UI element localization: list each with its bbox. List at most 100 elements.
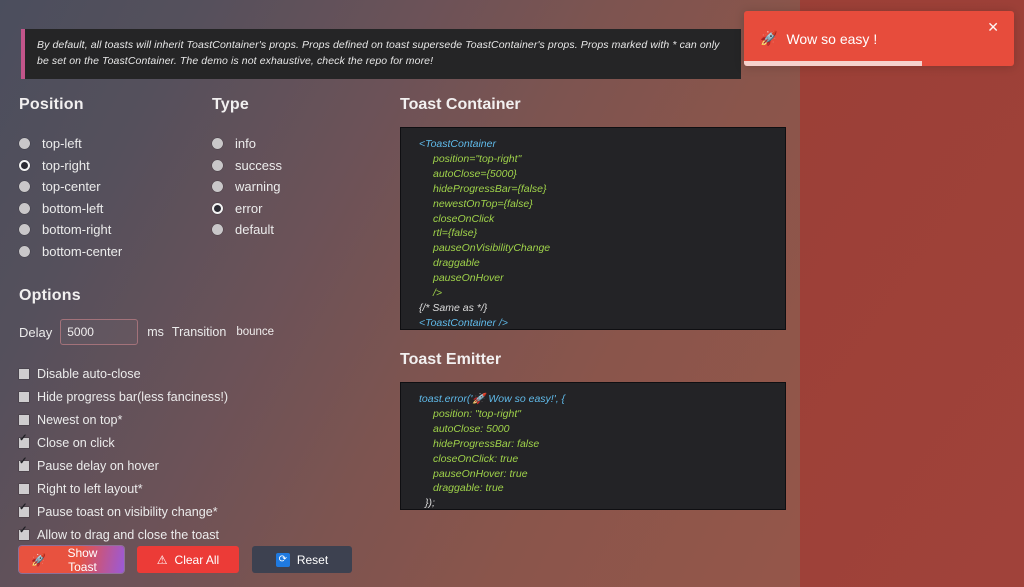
checkbox-label: Disable auto-close <box>37 367 141 381</box>
radio-option-top-left[interactable]: top-left <box>19 136 194 151</box>
radio-icon[interactable] <box>212 159 223 171</box>
radio-label: error <box>235 200 263 216</box>
radio-icon[interactable] <box>212 224 223 235</box>
checkbox-pause-on-visibility-change[interactable]: Pause toast on visibility change* <box>19 503 379 519</box>
type-section: Type info success warning error default <box>212 96 382 244</box>
checkbox-label: Pause delay on hover <box>37 459 159 473</box>
code-line-closeonclick: closeOnClick <box>433 212 495 225</box>
reset-button[interactable]: ⟳ Reset <box>252 546 352 573</box>
radio-label: bottom-center <box>42 243 123 259</box>
code-line-comment: {/* Same as */} <box>419 301 488 314</box>
radio-option-bottom-left[interactable]: bottom-left <box>19 201 194 216</box>
action-button-row: 🚀 Show Toast ⚠ Clear All ⟳ Reset <box>19 545 352 574</box>
radio-option-error[interactable]: error <box>212 201 382 216</box>
toast-emitter-code-block: toast.error('🚀 Wow so easy!', {position:… <box>400 382 786 510</box>
code-line-hideprogressbar: hideProgressBar={false} <box>433 182 547 195</box>
radio-option-bottom-center[interactable]: bottom-center <box>19 244 194 259</box>
code-line-open-tag: <ToastContainer <box>419 138 496 150</box>
radio-label: bottom-left <box>42 200 104 216</box>
position-section: Position top-left top-right top-center b… <box>19 96 194 265</box>
radio-label: success <box>235 157 282 173</box>
position-heading: Position <box>19 96 84 113</box>
code-line-position: position="top-right" <box>433 152 522 165</box>
radio-option-success[interactable]: success <box>212 158 382 173</box>
code-line-call: toast.error('🚀 Wow so easy!', { <box>419 393 566 405</box>
radio-label: top-center <box>42 179 101 194</box>
delay-row: Delay ms Transition bounce slide zoom fl… <box>19 319 379 345</box>
checkbox-label: Newest on top* <box>37 413 123 427</box>
checkbox-close-on-click[interactable]: Close on click <box>19 434 379 450</box>
radio-icon[interactable] <box>212 181 223 192</box>
checkbox-newest-on-top[interactable]: Newest on top* <box>19 413 379 427</box>
code-line-rtl: rtl={false} <box>433 227 478 240</box>
reset-label: Reset <box>296 552 329 567</box>
radio-label: info <box>235 136 256 151</box>
warning-triangle-icon: ⚠ <box>156 552 168 567</box>
clear-all-button[interactable]: ⚠ Clear All <box>137 546 239 573</box>
code-panels-section: Toast Container <ToastContainer position=… <box>400 96 786 510</box>
code-line-newestontop: newestOnTop={false} <box>433 197 533 210</box>
checkbox-icon-checked[interactable] <box>19 457 29 471</box>
code-line-closeonclick: closeOnClick: true <box>433 452 519 465</box>
radio-option-info[interactable]: info <box>212 136 382 151</box>
info-banner-text: By default, all toasts will inherit Toas… <box>37 39 720 68</box>
checkbox-icon-checked[interactable] <box>19 434 29 448</box>
checkbox-right-to-left-layout[interactable]: Right to left layout* <box>19 482 379 496</box>
code-line-short-tag: <ToastContainer /> <box>419 316 508 329</box>
ms-unit-label: ms <box>147 325 164 339</box>
options-checkbox-list: Disable auto-close Hide progress bar(les… <box>19 367 379 542</box>
toast-container: 🚀 Wow so easy ! ✕ <box>744 11 1014 66</box>
radio-icon[interactable] <box>19 224 30 235</box>
transition-select[interactable]: bounce slide zoom flip <box>236 326 275 338</box>
code-line-pauseonhover: pauseOnHover <box>433 272 504 285</box>
close-icon[interactable]: ✕ <box>981 19 1005 35</box>
info-banner: By default, all toasts will inherit Toas… <box>21 29 741 79</box>
code-line-draggable: draggable <box>433 257 480 270</box>
code-line-pauseonhover: pauseOnHover: true <box>433 467 528 480</box>
delay-label: Delay <box>19 324 53 340</box>
show-toast-button[interactable]: 🚀 Show Toast <box>19 545 124 574</box>
code-line-pauseonvisibilitychange: pauseOnVisibilityChange <box>433 242 551 255</box>
checkbox-icon[interactable] <box>19 484 29 494</box>
code-line-autoclose: autoClose: 5000 <box>433 422 510 435</box>
radio-option-default[interactable]: default <box>212 222 382 237</box>
checkbox-label: Close on click <box>37 436 115 450</box>
radio-option-warning[interactable]: warning <box>212 179 382 194</box>
radio-option-bottom-right[interactable]: bottom-right <box>19 222 194 237</box>
checkbox-disable-auto-close[interactable]: Disable auto-close <box>19 367 379 381</box>
type-heading: Type <box>212 96 249 113</box>
radio-label: top-left <box>42 136 82 151</box>
checkbox-hide-progress-bar[interactable]: Hide progress bar(less fanciness!) <box>19 390 379 404</box>
delay-input[interactable] <box>60 319 139 345</box>
checkbox-pause-delay-on-hover[interactable]: Pause delay on hover <box>19 457 379 473</box>
code-line-autoclose: autoClose={5000} <box>433 167 517 180</box>
radio-icon-selected[interactable] <box>19 159 30 171</box>
toast-emitter-title: Toast Emitter <box>400 351 502 368</box>
radio-icon[interactable] <box>19 181 30 192</box>
transition-label: Transition <box>171 325 227 339</box>
checkbox-icon-checked[interactable] <box>19 526 29 540</box>
radio-option-top-center[interactable]: top-center <box>19 179 194 194</box>
radio-icon[interactable] <box>19 138 30 149</box>
checkbox-icon[interactable] <box>19 369 29 379</box>
radio-icon[interactable] <box>19 202 30 214</box>
code-line-self-close: /> <box>433 287 443 300</box>
options-heading: Options <box>19 287 81 304</box>
checkbox-label: Right to left layout* <box>37 482 143 496</box>
radio-label: default <box>235 222 275 237</box>
checkbox-icon[interactable] <box>19 392 29 402</box>
toast-notification-error[interactable]: 🚀 Wow so easy ! ✕ <box>744 11 1014 66</box>
checkbox-allow-drag-close[interactable]: Allow to drag and close the toast <box>19 526 379 542</box>
checkbox-icon-checked[interactable] <box>19 503 29 517</box>
toast-progress-bar <box>744 61 923 66</box>
refresh-icon: ⟳ <box>275 552 290 567</box>
radio-icon-selected[interactable] <box>212 202 223 214</box>
show-toast-label: Show Toast <box>67 545 98 574</box>
radio-option-top-right[interactable]: top-right <box>19 158 194 173</box>
rocket-icon: 🚀 <box>760 30 778 46</box>
checkbox-icon[interactable] <box>19 415 29 425</box>
toast-container-code-block: <ToastContainer position="top-right" autoC… <box>400 127 786 330</box>
radio-icon[interactable] <box>212 138 223 149</box>
toast-message: Wow so easy ! <box>786 30 878 47</box>
radio-icon[interactable] <box>19 245 30 257</box>
